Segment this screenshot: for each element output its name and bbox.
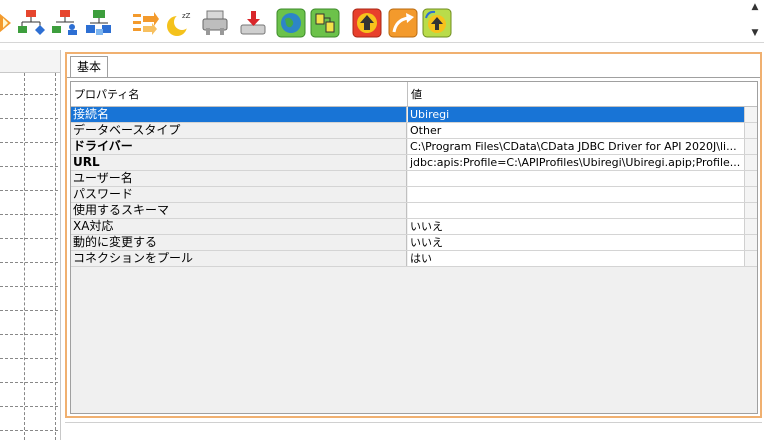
property-edit-button[interactable] [744, 107, 757, 122]
refresh-up-icon[interactable] [420, 6, 454, 40]
globe-icon[interactable] [274, 6, 308, 40]
properties-panel: 基本 プロパティ名 値 接続名 Ubiregi データベースタイプ Other ドライバ… [65, 52, 762, 418]
property-name[interactable]: パスワード [71, 187, 407, 202]
upload-red-icon[interactable] [350, 6, 384, 40]
property-value[interactable]: jdbc:apis:Profile=C:\APIProfiles\Ubiregi… [408, 155, 744, 170]
printer-icon[interactable] [198, 6, 232, 40]
property-row[interactable]: 接続名 Ubiregi [71, 107, 757, 123]
property-value[interactable]: いいえ [408, 219, 744, 234]
property-name[interactable]: URL [71, 155, 407, 170]
property-name[interactable]: ユーザー名 [71, 171, 407, 186]
property-row[interactable]: コネクションをプール はい [71, 251, 757, 267]
property-edit-button[interactable] [744, 171, 757, 186]
property-edit-button[interactable] [744, 251, 757, 266]
column-header-property-name[interactable]: プロパティ名 [71, 82, 407, 106]
hierarchy-users-icon[interactable] [48, 6, 82, 40]
property-grid: プロパティ名 値 接続名 Ubiregi データベースタイプ Other ドライバー C:… [70, 81, 758, 414]
grid-line [0, 406, 58, 407]
property-value[interactable]: いいえ [408, 235, 744, 250]
toolbar-scroll[interactable]: ▲ ▼ [748, 2, 762, 38]
grid-line [0, 382, 58, 383]
property-edit-button[interactable] [744, 123, 757, 138]
property-row[interactable]: ドライバー C:\Program Files\CData\CData JDBC D… [71, 139, 757, 155]
property-value[interactable]: C:\Program Files\CData\CData JDBC Driver… [408, 139, 744, 154]
property-value[interactable]: はい [408, 251, 744, 266]
property-row[interactable]: 使用するスキーマ [71, 203, 757, 219]
export-arrow-icon[interactable] [386, 6, 420, 40]
grid-line [0, 310, 58, 311]
property-edit-button[interactable] [744, 219, 757, 234]
network-icon[interactable] [82, 6, 116, 40]
property-name[interactable]: 接続名 [71, 107, 407, 122]
property-edit-button[interactable] [744, 187, 757, 202]
chevron-down-icon[interactable]: ▼ [752, 28, 759, 38]
property-edit-button[interactable] [744, 203, 757, 218]
property-value[interactable] [408, 187, 744, 202]
property-row[interactable]: ユーザー名 [71, 171, 757, 187]
property-row[interactable]: 動的に変更する いいえ [71, 235, 757, 251]
property-value[interactable]: Ubiregi [408, 107, 744, 122]
grid-line [0, 358, 58, 359]
property-edit-button[interactable] [744, 139, 757, 154]
property-value[interactable] [408, 203, 744, 218]
left-panel [0, 50, 61, 440]
left-panel-header [0, 50, 60, 73]
property-name[interactable]: ドライバー [71, 139, 407, 154]
property-value[interactable]: Other [408, 123, 744, 138]
property-row[interactable]: XA対応 いいえ [71, 219, 757, 235]
property-name[interactable]: コネクションをプール [71, 251, 407, 266]
hierarchy-icon[interactable] [14, 6, 48, 40]
grid-line [0, 214, 58, 215]
property-edit-button[interactable] [744, 155, 757, 170]
column-header-value[interactable]: 値 [408, 82, 748, 106]
bottom-panel [65, 422, 762, 441]
grid-line [0, 262, 58, 263]
grid-line [0, 94, 58, 95]
transfer-arrows-icon[interactable] [128, 6, 162, 40]
chevron-up-icon[interactable]: ▲ [752, 2, 759, 12]
grid-line [55, 73, 56, 440]
compare-icon[interactable] [308, 6, 342, 40]
tab-bar: 基本 [67, 54, 760, 78]
svg-text:zZ: zZ [182, 12, 191, 20]
tab-basic[interactable]: 基本 [70, 56, 109, 77]
grid-line [0, 334, 58, 335]
property-edit-button[interactable] [744, 235, 757, 250]
sleep-moon-icon[interactable]: zZ [162, 6, 196, 40]
grid-line [0, 430, 58, 431]
property-name[interactable]: 動的に変更する [71, 235, 407, 250]
toolbar: zZ ▲ ▼ [0, 0, 764, 43]
grid-line [24, 73, 25, 440]
property-row[interactable]: URL jdbc:apis:Profile=C:\APIProfiles\Ubir… [71, 155, 757, 171]
property-name[interactable]: XA対応 [71, 219, 407, 234]
property-name[interactable]: 使用するスキーマ [71, 203, 407, 218]
grid-line [0, 118, 58, 119]
property-row[interactable]: パスワード [71, 187, 757, 203]
grid-line [0, 238, 58, 239]
drive-import-icon[interactable] [236, 6, 270, 40]
property-name[interactable]: データベースタイプ [71, 123, 407, 138]
property-grid-header: プロパティ名 値 [71, 82, 757, 107]
grid-line [0, 166, 58, 167]
grid-line [0, 286, 58, 287]
property-row[interactable]: データベースタイプ Other [71, 123, 757, 139]
property-value[interactable] [408, 171, 744, 186]
grid-line [0, 190, 58, 191]
grid-line [0, 142, 58, 143]
